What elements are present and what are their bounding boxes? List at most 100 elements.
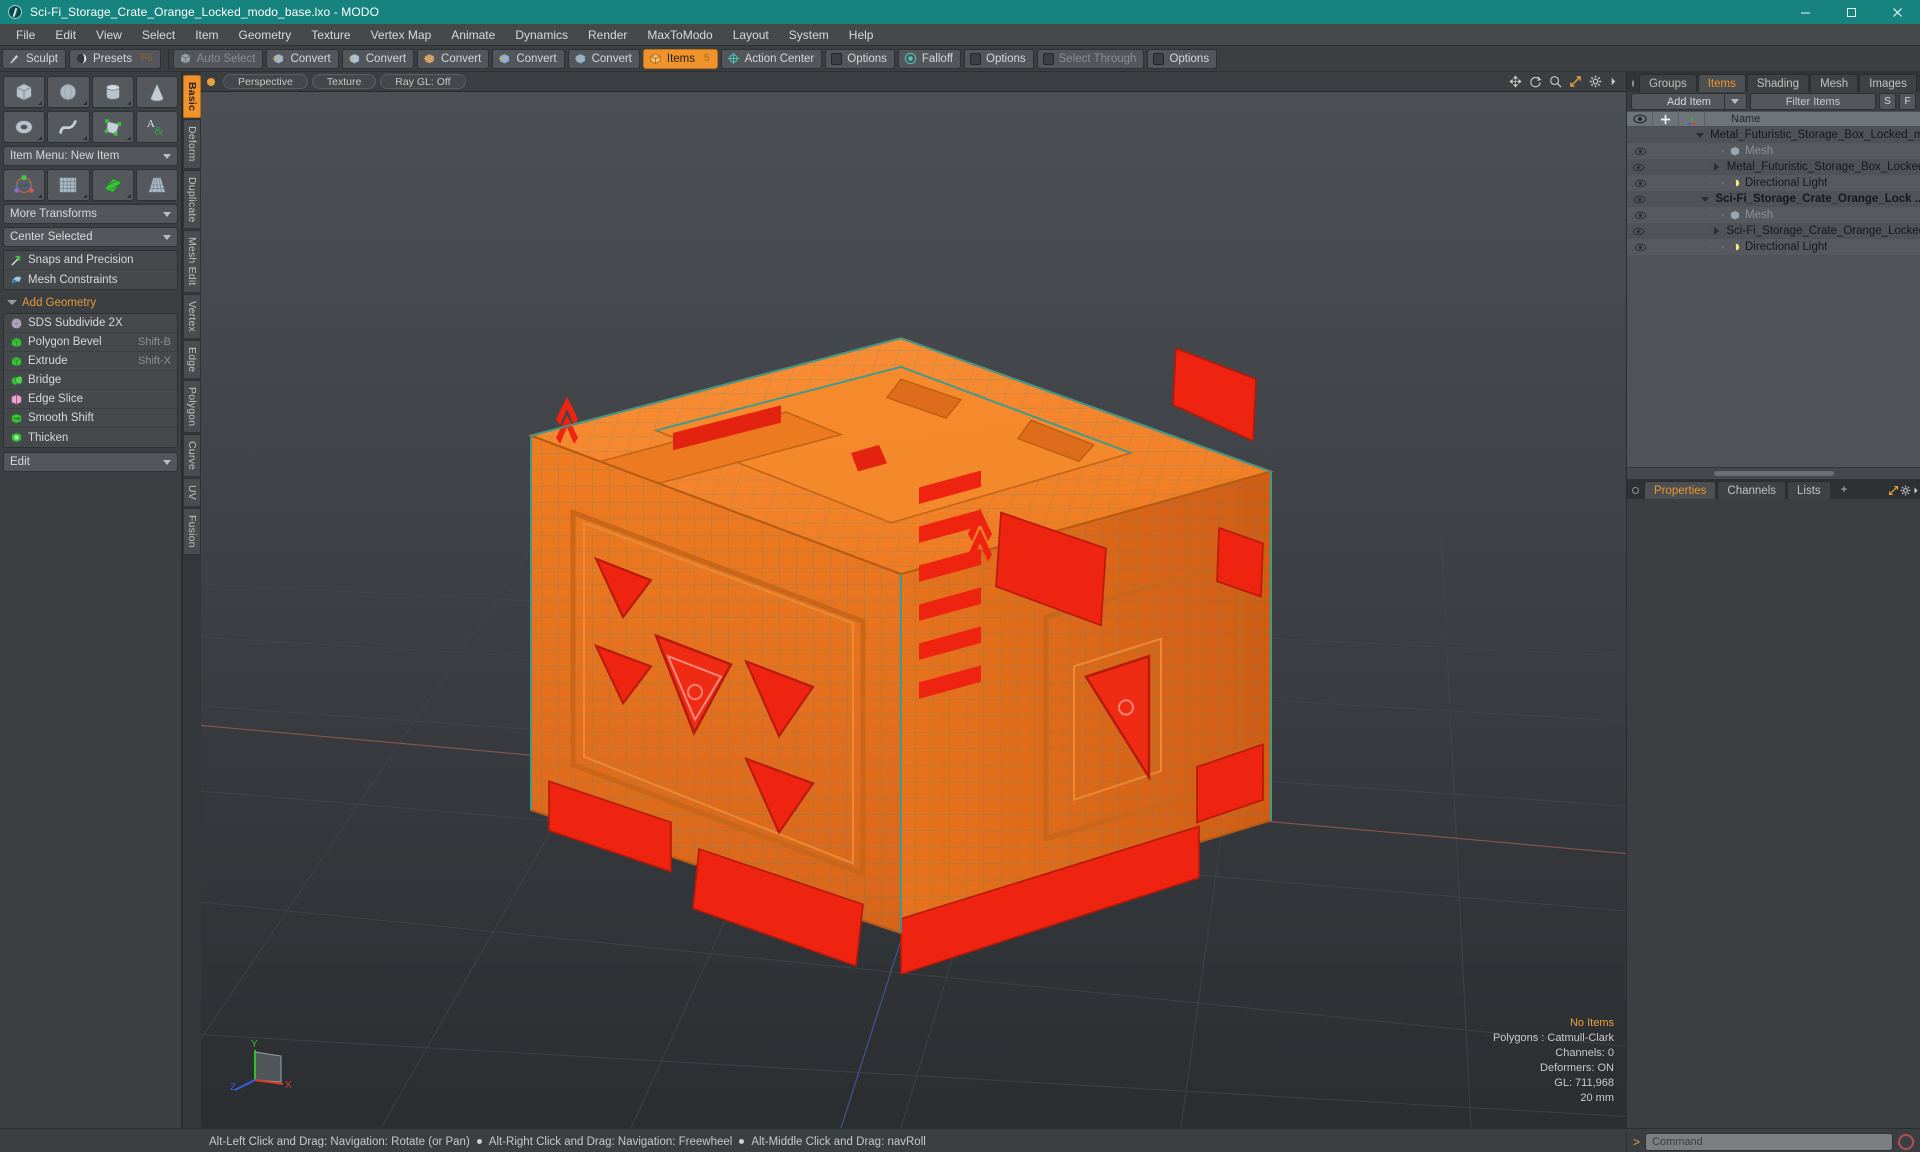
tab-channels[interactable]: Channels — [1717, 481, 1787, 499]
row-visibility-toggle[interactable] — [1627, 179, 1653, 188]
record-command-button[interactable] — [1898, 1133, 1914, 1150]
item-tree-scrollbar[interactable] — [1627, 467, 1920, 479]
convert-item-button[interactable]: Convert — [567, 48, 640, 69]
sphere-primitive-button[interactable] — [47, 76, 90, 108]
table-row[interactable]: · ▪ Mesh — [1627, 207, 1920, 223]
filter-items-input[interactable]: Filter Items — [1749, 93, 1876, 110]
table-row[interactable]: · ▪ Directional Light — [1627, 239, 1920, 255]
menu-layout[interactable]: Layout — [723, 24, 779, 46]
vtab-duplicate[interactable]: Duplicate — [183, 169, 201, 230]
menu-maxtomodo[interactable]: MaxToModo — [637, 24, 722, 46]
close-button[interactable] — [1874, 0, 1920, 24]
add-geometry-header[interactable]: Add Geometry — [3, 294, 178, 311]
vtab-vertex[interactable]: Vertex — [183, 293, 201, 339]
table-row[interactable]: Metal_Futuristic_Storage_Box_Locked_mo .… — [1627, 127, 1920, 143]
zoom-icon[interactable] — [1549, 75, 1562, 88]
menu-help[interactable]: Help — [839, 24, 884, 46]
filter-s-button[interactable]: S — [1879, 93, 1896, 110]
bridge-row[interactable]: Bridge — [4, 371, 177, 390]
viewport-shading-chip[interactable]: Texture — [311, 74, 377, 89]
edge-slice-row[interactable]: Edge Slice — [4, 390, 177, 409]
viewport-menu-dot-icon[interactable] — [207, 77, 215, 86]
tab-items[interactable]: Items — [1697, 74, 1746, 92]
convert-vertex-button[interactable]: Convert — [266, 48, 339, 69]
add-item-button[interactable]: Add Item — [1631, 93, 1747, 110]
presets-button[interactable]: Presets F6 — [68, 48, 161, 69]
menu-render[interactable]: Render — [578, 24, 637, 46]
mesh-grid-tool-button[interactable] — [47, 169, 90, 201]
action-center-button[interactable]: Action Center — [720, 48, 823, 69]
gear-icon[interactable] — [1589, 75, 1602, 88]
gear-icon[interactable] — [1900, 485, 1911, 496]
row-visibility-toggle[interactable] — [1627, 163, 1651, 172]
falloff-tool-button[interactable] — [91, 169, 134, 201]
auto-select-button[interactable]: Auto Select — [172, 48, 264, 69]
sculpt-button[interactable]: Sculpt — [2, 48, 66, 69]
panel-menu-dot-icon[interactable] — [1632, 80, 1634, 87]
menu-geometry[interactable]: Geometry — [229, 24, 302, 46]
scrollbar-thumb[interactable] — [1713, 471, 1834, 476]
menu-system[interactable]: System — [779, 24, 839, 46]
item-tree[interactable]: Metal_Futuristic_Storage_Box_Locked_mo .… — [1627, 127, 1920, 467]
twisty-down-icon[interactable] — [1694, 132, 1706, 138]
add-item-dropdown[interactable] — [1723, 94, 1746, 109]
table-row[interactable]: · ▪ Directional Light — [1627, 175, 1920, 191]
tab-mesh[interactable]: Mesh ... — [1810, 74, 1859, 108]
curve-primitive-button[interactable] — [47, 111, 90, 143]
convert-polygon-button[interactable]: Convert — [417, 48, 490, 69]
menu-file[interactable]: File — [6, 24, 45, 46]
menu-edit[interactable]: Edit — [45, 24, 86, 46]
torus-primitive-button[interactable] — [3, 111, 46, 143]
chevron-right-icon[interactable] — [1912, 485, 1920, 496]
fit-icon[interactable] — [1569, 75, 1582, 88]
vtab-deform[interactable]: Deform — [183, 119, 201, 169]
row-visibility-toggle[interactable] — [1627, 195, 1651, 204]
menu-dynamics[interactable]: Dynamics — [505, 24, 578, 46]
row-visibility-toggle[interactable] — [1627, 243, 1653, 252]
rotate-icon[interactable] — [1529, 75, 1542, 88]
transform-tool-button[interactable] — [3, 169, 46, 201]
convert-edge-button[interactable]: Convert — [341, 48, 415, 69]
row-visibility-toggle[interactable] — [1627, 227, 1651, 236]
vtab-polygon[interactable]: Polygon — [183, 380, 201, 434]
item-menu-dropdown[interactable]: Item Menu: New Item — [3, 146, 178, 166]
select-through-options-button[interactable]: Options — [1147, 48, 1218, 69]
twisty-right-icon[interactable] — [1711, 163, 1723, 171]
panel-menu-dot-icon[interactable] — [1632, 487, 1639, 494]
vtab-mesh-edit[interactable]: Mesh Edit — [183, 230, 201, 293]
center-selected-dropdown[interactable]: Center Selected — [3, 227, 178, 247]
extrude-row[interactable]: Extrude Shift-X — [4, 352, 177, 371]
tab-shading[interactable]: Shading — [1746, 74, 1810, 92]
viewport-raygl-chip[interactable]: Ray GL: Off — [380, 74, 466, 89]
tab-images[interactable]: Images — [1859, 74, 1917, 92]
menu-texture[interactable]: Texture — [301, 24, 360, 46]
lattice-tool-button[interactable] — [135, 169, 178, 201]
menu-vertex-map[interactable]: Vertex Map — [361, 24, 442, 46]
smooth-shift-row[interactable]: Smooth Shift — [4, 409, 177, 428]
snaps-and-precision-row[interactable]: Snaps and Precision — [4, 251, 177, 270]
more-transforms-dropdown[interactable]: More Transforms — [3, 204, 178, 224]
chevron-right-icon[interactable] — [1609, 75, 1618, 88]
tab-lists[interactable]: Lists — [1787, 481, 1831, 499]
menu-animate[interactable]: Animate — [441, 24, 505, 46]
falloff-button[interactable]: Falloff — [897, 48, 961, 69]
menu-view[interactable]: View — [86, 24, 132, 46]
table-row[interactable]: · Metal_Futuristic_Storage_Box_Locked — [1627, 159, 1920, 175]
expand-icon[interactable] — [1888, 485, 1899, 496]
filter-f-button[interactable]: F — [1899, 93, 1916, 110]
falloff-options-button[interactable]: Options — [964, 48, 1034, 69]
mesh-constraints-row[interactable]: Mesh Constraints — [4, 270, 177, 289]
row-visibility-toggle[interactable] — [1627, 211, 1653, 220]
edit-dropdown[interactable]: Edit — [3, 452, 178, 472]
vtab-basic[interactable]: Basic — [183, 75, 201, 119]
action-center-options-button[interactable]: Options — [825, 48, 895, 69]
cone-primitive-button[interactable] — [135, 76, 178, 108]
twisty-right-icon[interactable] — [1710, 227, 1722, 235]
table-row[interactable]: · ▪ Mesh — [1627, 143, 1920, 159]
move-icon[interactable] — [1509, 75, 1522, 88]
tab-groups[interactable]: Groups — [1639, 74, 1697, 92]
polygon-primitive-button[interactable] — [91, 111, 134, 143]
vtab-uv[interactable]: UV — [183, 478, 201, 508]
menu-item[interactable]: Item — [185, 24, 228, 46]
text-primitive-button[interactable]: A & — [135, 111, 178, 143]
